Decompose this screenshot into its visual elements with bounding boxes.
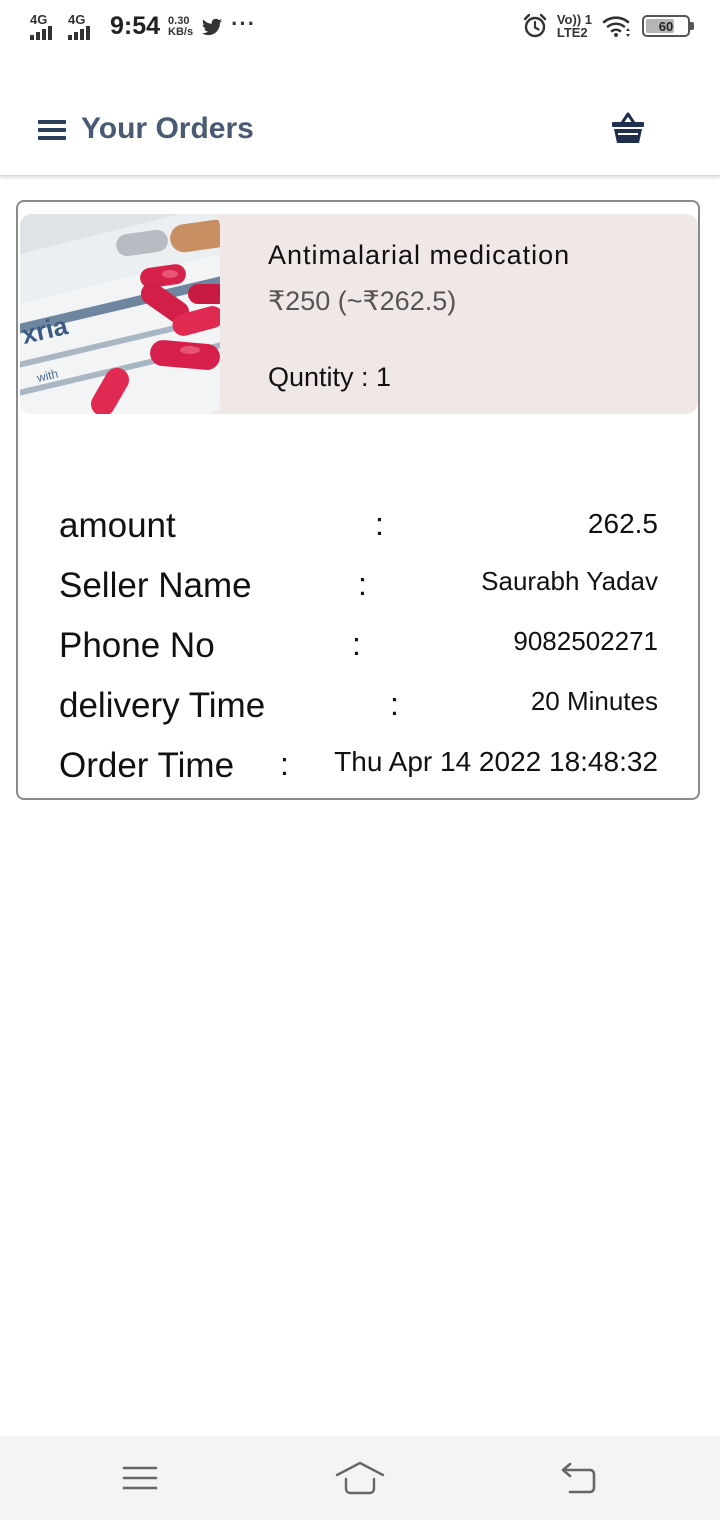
medicine-pills-illustration: xria with xyxy=(20,214,220,414)
system-navigation-bar xyxy=(0,1436,720,1520)
detail-row-phone: Phone No : 9082502271 xyxy=(18,626,698,676)
network-type-1: 4G xyxy=(30,12,48,27)
twitter-icon xyxy=(202,18,223,35)
detail-value: Saurabh Yadav xyxy=(481,566,658,596)
detail-value: Thu Apr 14 2022 18:48:32 xyxy=(334,746,658,777)
recent-apps-icon[interactable] xyxy=(110,1456,170,1500)
speed-unit: KB/s xyxy=(168,25,194,38)
detail-colon: : xyxy=(280,746,289,782)
detail-row-seller: Seller Name : Saurabh Yadav xyxy=(18,566,698,616)
volte-bottom: LTE2 xyxy=(556,25,588,40)
network-type-2: 4G xyxy=(68,12,86,27)
signal-2: 4G xyxy=(68,13,98,40)
hamburger-menu-icon[interactable] xyxy=(38,120,66,140)
back-icon[interactable] xyxy=(548,1456,608,1500)
detail-colon: : xyxy=(352,626,361,662)
detail-colon: : xyxy=(358,566,367,602)
detail-label: amount xyxy=(59,506,176,545)
detail-label: Seller Name xyxy=(59,566,252,605)
status-right: Vo)) 1 LTE2 60 xyxy=(523,13,694,39)
detail-colon: : xyxy=(375,506,384,542)
product-row: xria with Antimalarial medication ₹250 (… xyxy=(20,214,698,414)
detail-value: 20 Minutes xyxy=(530,686,658,716)
product-image: xria with xyxy=(20,214,220,414)
product-price: ₹250 (~₹262.5) xyxy=(268,286,457,316)
product-name: Antimalarial medication xyxy=(268,240,571,270)
detail-value: 9082502271 xyxy=(513,626,658,656)
detail-label: delivery Time xyxy=(59,686,266,725)
detail-label: Phone No xyxy=(59,626,215,665)
volte-indicator: Vo)) 1 LTE2 xyxy=(557,13,592,39)
detail-row-order-time: Order Time : Thu Apr 14 2022 18:48:32 xyxy=(18,746,698,796)
battery-level: 60 xyxy=(658,18,674,34)
detail-label: Order Time xyxy=(59,746,235,785)
signal-bars-icon xyxy=(68,26,90,40)
status-left: 4G 4G 9:54 0.30 KB/s ··· xyxy=(30,10,257,41)
clock: 9:54 xyxy=(110,12,161,40)
order-card[interactable]: xria with Antimalarial medication ₹250 (… xyxy=(16,200,700,800)
detail-value: 262.5 xyxy=(587,508,658,539)
network-speed: 0.30 KB/s xyxy=(168,14,194,38)
status-bar: 4G 4G 9:54 0.30 KB/s ··· Vo)) 1 LTE2 60 xyxy=(0,0,720,56)
signal-bars-icon xyxy=(30,26,52,40)
detail-colon: : xyxy=(390,686,399,722)
basket-icon[interactable] xyxy=(610,110,646,146)
product-quantity: Quntity : 1 xyxy=(268,362,392,392)
detail-row-delivery: delivery Time : 20 Minutes xyxy=(18,686,698,736)
app-header: Your Orders xyxy=(0,80,720,176)
page-title: Your Orders xyxy=(81,112,254,145)
home-icon[interactable] xyxy=(330,1456,390,1500)
wifi-icon xyxy=(602,16,630,37)
speed-value: 0.30 xyxy=(168,14,190,27)
alarm-icon xyxy=(523,13,547,38)
detail-row-amount: amount : 262.5 xyxy=(18,506,698,556)
battery-icon: 60 xyxy=(642,15,694,37)
more-dots-icon: ··· xyxy=(231,10,257,36)
signal-1: 4G xyxy=(30,13,60,40)
